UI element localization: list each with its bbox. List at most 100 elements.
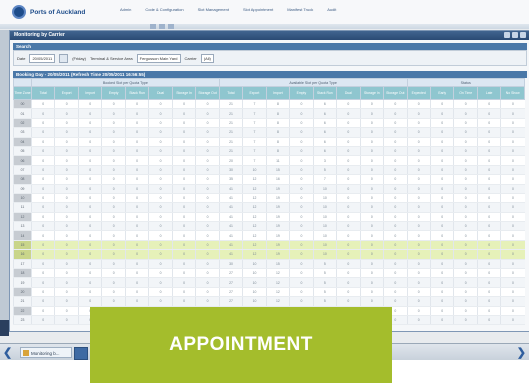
- table-cell: 0: [406, 221, 431, 232]
- table-row[interactable]: 15 0 0 0 0 0 0 0 0 41 12 19 0 10 0 0 0 0 0 0 0 0: [13, 240, 525, 251]
- table-cell: 0: [406, 202, 431, 213]
- table-cell: 0: [429, 184, 454, 194]
- table-row[interactable]: 16 0 0 0 0 0 0 0 0 41 12 19 0 10 0 0 0 0 0 0 0 0: [13, 249, 525, 260]
- column-header[interactable]: On Time: [453, 86, 478, 100]
- time-zone-header[interactable]: Time Zone: [13, 86, 32, 100]
- carrier-select[interactable]: (All): [200, 53, 214, 63]
- column-header[interactable]: Stack Run: [124, 86, 150, 100]
- scroll-right-icon[interactable]: ❯: [517, 346, 526, 359]
- column-header[interactable]: Export: [242, 86, 267, 100]
- table-cell: 0: [406, 259, 431, 270]
- table-row[interactable]: 20 0 0 0 0 0 0 0 0 27 10 12 0 5 0 0 0 0 0 0 0 0: [13, 287, 525, 298]
- column-header[interactable]: Dual: [148, 86, 173, 100]
- taskbar-item-2[interactable]: [74, 347, 88, 360]
- toolbar-icon[interactable]: [159, 24, 165, 29]
- column-header[interactable]: Dual: [336, 86, 361, 100]
- table-row[interactable]: 19 0 0 0 0 0 0 0 0 27 10 12 0 5 0 0 0 0 0 0 0 0: [13, 277, 525, 288]
- column-header[interactable]: Storage In: [359, 86, 385, 100]
- table-cell: 0: [289, 259, 314, 270]
- table-cell: 0: [383, 268, 407, 279]
- table-cell: 0: [383, 165, 407, 176]
- table-cell: 10: [312, 202, 337, 213]
- column-header[interactable]: Import: [77, 86, 103, 100]
- maximize-icon[interactable]: [512, 32, 518, 38]
- table-cell: 0: [54, 108, 79, 119]
- table-row[interactable]: 09 0 0 0 0 0 0 0 0 41 12 19 0 10 0 0 0 0 0 0 0 0: [13, 184, 525, 194]
- table-row[interactable]: 12 0 0 0 0 0 0 0 0 41 12 19 0 10 0 0 0 0 0 0 0 0: [13, 212, 525, 223]
- table-row[interactable]: 08 0 0 0 0 0 0 0 0 35 12 16 0 7 0 0 0 0 0 0 0 0: [13, 174, 525, 185]
- table-cell: 0: [124, 165, 149, 176]
- table-cell: 0: [101, 268, 126, 279]
- table-row[interactable]: 10 0 0 0 0 0 0 0 0 41 12 19 0 10 0 0 0 0 0 0 0 0: [13, 193, 525, 204]
- table-cell: 0: [476, 146, 501, 157]
- date-label: Date: [17, 55, 26, 61]
- table-cell: 0: [124, 202, 149, 213]
- nav-code-configuration[interactable]: Code & Configuration: [145, 7, 183, 12]
- table-row[interactable]: 11 0 0 0 0 0 0 0 0 41 12 19 0 10 0 0 0 0 0 0 0 0: [13, 202, 525, 213]
- table-cell: 0: [148, 249, 173, 260]
- table-cell: 0: [171, 259, 196, 270]
- date-field[interactable]: 20/05/2011: [29, 53, 56, 63]
- column-header[interactable]: No Show: [500, 86, 525, 100]
- scroll-left-icon[interactable]: ❮: [3, 346, 12, 359]
- table-row[interactable]: 07 0 0 0 0 0 0 0 0 30 10 15 0 5 0 0 0 0 0 0 0 0: [13, 165, 525, 176]
- column-header[interactable]: Storage In: [171, 86, 197, 100]
- toolbar-icon[interactable]: [168, 24, 174, 29]
- column-header[interactable]: Total: [30, 86, 56, 100]
- column-header[interactable]: Late: [476, 86, 502, 100]
- column-header[interactable]: Import: [265, 86, 291, 100]
- table-cell: 27: [218, 277, 243, 288]
- time-zone-cell: 15: [13, 240, 32, 251]
- column-header[interactable]: Storage Out: [195, 86, 220, 100]
- toolbar-icon[interactable]: [150, 24, 156, 29]
- column-header[interactable]: Early: [429, 86, 455, 100]
- table-cell: 0: [429, 249, 454, 260]
- table-cell: 0: [101, 146, 126, 157]
- terminal-select[interactable]: Fergusson Main Yard: [136, 53, 181, 63]
- minimize-icon[interactable]: [504, 32, 510, 38]
- table-cell: 0: [336, 184, 361, 194]
- table-cell: 16: [265, 174, 290, 185]
- table-cell: 0: [30, 315, 55, 326]
- table-cell: 0: [77, 259, 102, 270]
- table-row[interactable]: 06 0 0 0 0 0 0 0 0 20 7 11 0 3 0 0 0 0 0 0 0 0: [13, 155, 525, 166]
- table-cell: 41: [218, 240, 243, 251]
- table-row[interactable]: 00 0 0 0 0 0 0 0 0 21 7 8 0 6 0 0 0 0 0 0 0 0: [13, 99, 525, 110]
- nav-admin[interactable]: Admin: [120, 7, 131, 12]
- table-row[interactable]: 21 0 0 0 0 0 0 0 0 27 10 12 0 5 0 0 0 0 0 0 0 0: [13, 296, 525, 307]
- table-row[interactable]: 02 0 0 0 0 0 0 0 0 21 7 8 0 6 0 0 0 0 0 0 0 0: [13, 118, 525, 129]
- nav-slot-appointment[interactable]: Slot Appointment: [243, 7, 273, 12]
- table-cell: 0: [171, 202, 196, 213]
- calendar-icon[interactable]: [59, 53, 69, 63]
- table-cell: 0: [406, 174, 431, 185]
- table-row[interactable]: 01 0 0 0 0 0 0 0 0 21 7 8 0 6 0 0 0 0 0 0 0 0: [13, 108, 525, 119]
- ports-logo[interactable]: Ports of Auckland: [12, 4, 85, 20]
- column-header[interactable]: Empty: [289, 86, 314, 100]
- nav-manifest-truck[interactable]: Manifest Truck: [287, 7, 313, 12]
- table-row[interactable]: 17 0 0 0 0 0 0 0 0 30 10 15 0 5 0 0 0 0 0 0 0 0: [13, 259, 525, 270]
- column-header[interactable]: Empty: [101, 86, 126, 100]
- table-cell: 0: [148, 137, 173, 147]
- table-cell: 0: [406, 296, 431, 307]
- taskbar-item-monitoring[interactable]: Monitoring b...: [20, 347, 72, 358]
- table-cell: 0: [30, 202, 55, 213]
- table-cell: 0: [500, 240, 525, 251]
- table-row[interactable]: 18 0 0 0 0 0 0 0 0 27 10 12 0 5 0 0 0 0 0 0 0 0: [13, 268, 525, 279]
- column-header[interactable]: Storage Out: [383, 86, 408, 100]
- close-icon[interactable]: [520, 32, 526, 38]
- table-row[interactable]: 14 0 0 0 0 0 0 0 0 41 12 19 0 10 0 0 0 0 0 0 0 0: [13, 230, 525, 241]
- table-row[interactable]: 13 0 0 0 0 0 0 0 0 41 12 19 0 10 0 0 0 0 0 0 0 0: [13, 221, 525, 232]
- column-header[interactable]: Stack Run: [312, 86, 338, 100]
- table-row[interactable]: 04 0 0 0 0 0 0 0 0 21 7 8 0 6 0 0 0 0 0 0 0 0: [13, 137, 525, 147]
- table-cell: 0: [383, 155, 407, 166]
- table-row[interactable]: 05 0 0 0 0 0 0 0 0 21 7 8 0 6 0 0 0 0 0 0 0 0: [13, 146, 525, 157]
- table-row[interactable]: 03 0 0 0 0 0 0 0 0 21 7 8 0 6 0 0 0 0 0 0 0 0: [13, 127, 525, 138]
- search-panel: Date 20/05/2011 (Friday) Terminal & Serv…: [13, 50, 527, 66]
- nav-slot-management[interactable]: Slot Management: [198, 7, 229, 12]
- column-header[interactable]: Export: [54, 86, 79, 100]
- nav-audit[interactable]: Audit: [327, 7, 336, 12]
- table-cell: 0: [195, 202, 220, 213]
- column-header[interactable]: Total: [218, 86, 244, 100]
- column-header[interactable]: Expected: [406, 86, 431, 100]
- taskbar-item-label: Monitoring b...: [31, 351, 60, 356]
